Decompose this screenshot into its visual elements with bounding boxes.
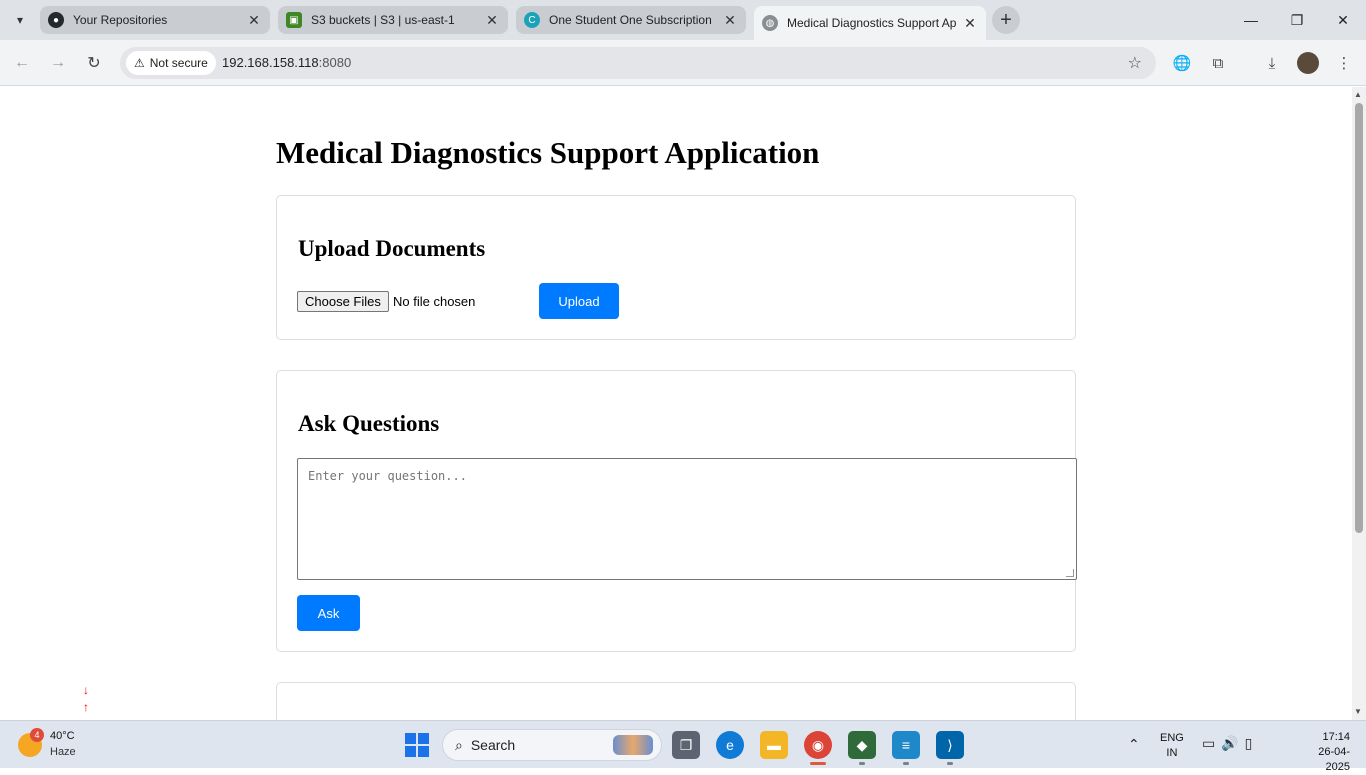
clock-date: 26-04-2025 (1318, 746, 1350, 773)
notepad-icon[interactable]: ≡ (892, 731, 920, 759)
windows-taskbar: 4 40°C Haze ⌕ Search ❐ e ▬ ◉ ◆ ≡ ⟩ ⌃ ENG… (0, 720, 1366, 773)
weather-temperature[interactable]: 40°C (50, 730, 75, 742)
tray-overflow-chevron-icon[interactable]: ⌃ (1128, 736, 1140, 753)
taskbar-search[interactable]: ⌕ Search (442, 729, 662, 761)
running-indicator (903, 762, 909, 765)
url-host: 192.168.158.118 (222, 55, 319, 70)
warning-triangle-icon: ⚠ (134, 56, 145, 70)
page-scrollbar[interactable]: ▲ ▼ (1352, 87, 1366, 720)
close-window-icon[interactable]: ✕ (1320, 0, 1366, 40)
scroll-thumb[interactable] (1355, 103, 1363, 533)
new-tab-plus-icon[interactable]: + (992, 6, 1020, 34)
restore-icon[interactable]: ❐ (1274, 0, 1320, 40)
page-content: Medical Diagnostics Support Application … (0, 87, 1352, 720)
system-tray[interactable]: ▭🔊▯ (1202, 735, 1258, 752)
language-indicator[interactable]: ENG IN (1160, 731, 1184, 761)
chrome-active-indicator (810, 762, 826, 765)
file-status-text: No file chosen (393, 294, 476, 309)
arrow-up-icon: ↑ (83, 700, 89, 714)
back-arrow-icon[interactable]: ← (10, 51, 34, 75)
address-bar[interactable]: ⚠ Not secure 192.168.158.118:8080 ☆ (120, 47, 1156, 79)
tab-close-icon[interactable]: ✕ (484, 12, 500, 29)
question-placeholder: Enter your question... (308, 469, 467, 483)
resize-grip-icon[interactable] (1066, 569, 1074, 577)
search-icon: ⌕ (455, 736, 463, 753)
browser-toolbar: ← → ↻ ⚠ Not secure 192.168.158.118:8080 … (0, 40, 1366, 86)
next-card (276, 682, 1076, 720)
file-explorer-icon[interactable]: ▬ (760, 731, 788, 759)
vscode-icon[interactable]: ⟩ (936, 731, 964, 759)
bookmark-star-icon[interactable]: ☆ (1128, 53, 1142, 73)
scroll-down-icon[interactable]: ▼ (1354, 707, 1362, 716)
ask-button[interactable]: Ask (297, 595, 360, 631)
tab-s3-buckets[interactable]: ▣ S3 buckets | S3 | us-east-1 ✕ (278, 6, 508, 34)
edge-icon[interactable]: e (716, 731, 744, 759)
forward-arrow-icon[interactable]: → (46, 51, 70, 75)
search-highlight-image (613, 735, 653, 755)
upload-button[interactable]: Upload (539, 283, 619, 319)
tab-close-icon[interactable]: ✕ (722, 12, 738, 29)
tab-one-student[interactable]: C One Student One Subscription | ✕ (516, 6, 746, 34)
aws-s3-icon: ▣ (286, 12, 302, 28)
page-title: Medical Diagnostics Support Application (276, 135, 820, 170)
tab-close-icon[interactable]: ✕ (962, 15, 978, 32)
browser-tab-strip: ▾ ● Your Repositories ✕ ▣ S3 buckets | S… (0, 0, 1366, 40)
security-chip[interactable]: ⚠ Not secure (126, 51, 216, 75)
tab-title: S3 buckets | S3 | us-east-1 (311, 13, 455, 27)
pycharm-icon[interactable]: ◆ (848, 731, 876, 759)
weather-condition[interactable]: Haze (50, 746, 76, 758)
weather-badge: 4 (30, 728, 44, 742)
url-port: :8080 (318, 55, 352, 70)
tab-title: Medical Diagnostics Support Ap (787, 16, 956, 30)
security-chip-label: Not secure (149, 56, 208, 70)
extensions-puzzle-icon[interactable]: ⧉ (1206, 51, 1230, 75)
choose-files-button[interactable]: Choose Files (297, 291, 389, 312)
clock[interactable]: 17:14 26-04-2025 (1296, 730, 1350, 775)
running-indicator (859, 762, 865, 765)
clock-time: 17:14 (1322, 731, 1350, 743)
chrome-icon[interactable]: ◉ (804, 731, 832, 759)
reload-icon[interactable]: ↻ (82, 51, 106, 75)
globe-icon: ◍ (762, 15, 778, 31)
tab-title: Your Repositories (73, 13, 168, 27)
c-logo-icon: C (524, 12, 540, 28)
windows-start-icon[interactable] (405, 733, 429, 757)
ask-heading: Ask Questions (298, 411, 440, 436)
scroll-up-icon[interactable]: ▲ (1354, 90, 1362, 99)
tab-search-chevron-icon[interactable]: ▾ (8, 8, 32, 32)
extension-globe-icon[interactable]: 🌐 (1170, 51, 1194, 75)
kebab-menu-icon[interactable]: ⋮ (1332, 51, 1356, 75)
arrow-down-icon: ↓ (83, 683, 89, 697)
network-icon[interactable]: ▭ (1202, 735, 1221, 751)
question-textarea[interactable]: Enter your question... (297, 458, 1077, 580)
search-label: Search (470, 737, 516, 753)
task-view-icon[interactable]: ❐ (672, 731, 700, 759)
lang-top: ENG (1160, 732, 1184, 744)
tab-close-icon[interactable]: ✕ (246, 12, 262, 29)
profile-avatar[interactable] (1297, 52, 1319, 74)
running-indicator (947, 762, 953, 765)
battery-icon[interactable]: ▯ (1245, 735, 1259, 751)
github-icon: ● (48, 12, 64, 28)
minimize-icon[interactable]: — (1228, 0, 1274, 40)
url-text[interactable]: 192.168.158.118:8080 (222, 55, 351, 70)
tab-title: One Student One Subscription | (549, 13, 716, 27)
tab-medical-diagnostics[interactable]: ◍ Medical Diagnostics Support Ap ✕ (754, 6, 986, 40)
ask-card: Ask Questions Enter your question... Ask (276, 370, 1077, 652)
upload-card: Upload Documents Choose Files No file ch… (276, 195, 1076, 340)
tab-your-repositories[interactable]: ● Your Repositories ✕ (40, 6, 270, 34)
lang-bottom: IN (1166, 747, 1178, 759)
upload-heading: Upload Documents (298, 236, 486, 261)
volume-icon[interactable]: 🔊 (1221, 735, 1244, 751)
download-icon[interactable]: ⤓ (1260, 51, 1284, 75)
